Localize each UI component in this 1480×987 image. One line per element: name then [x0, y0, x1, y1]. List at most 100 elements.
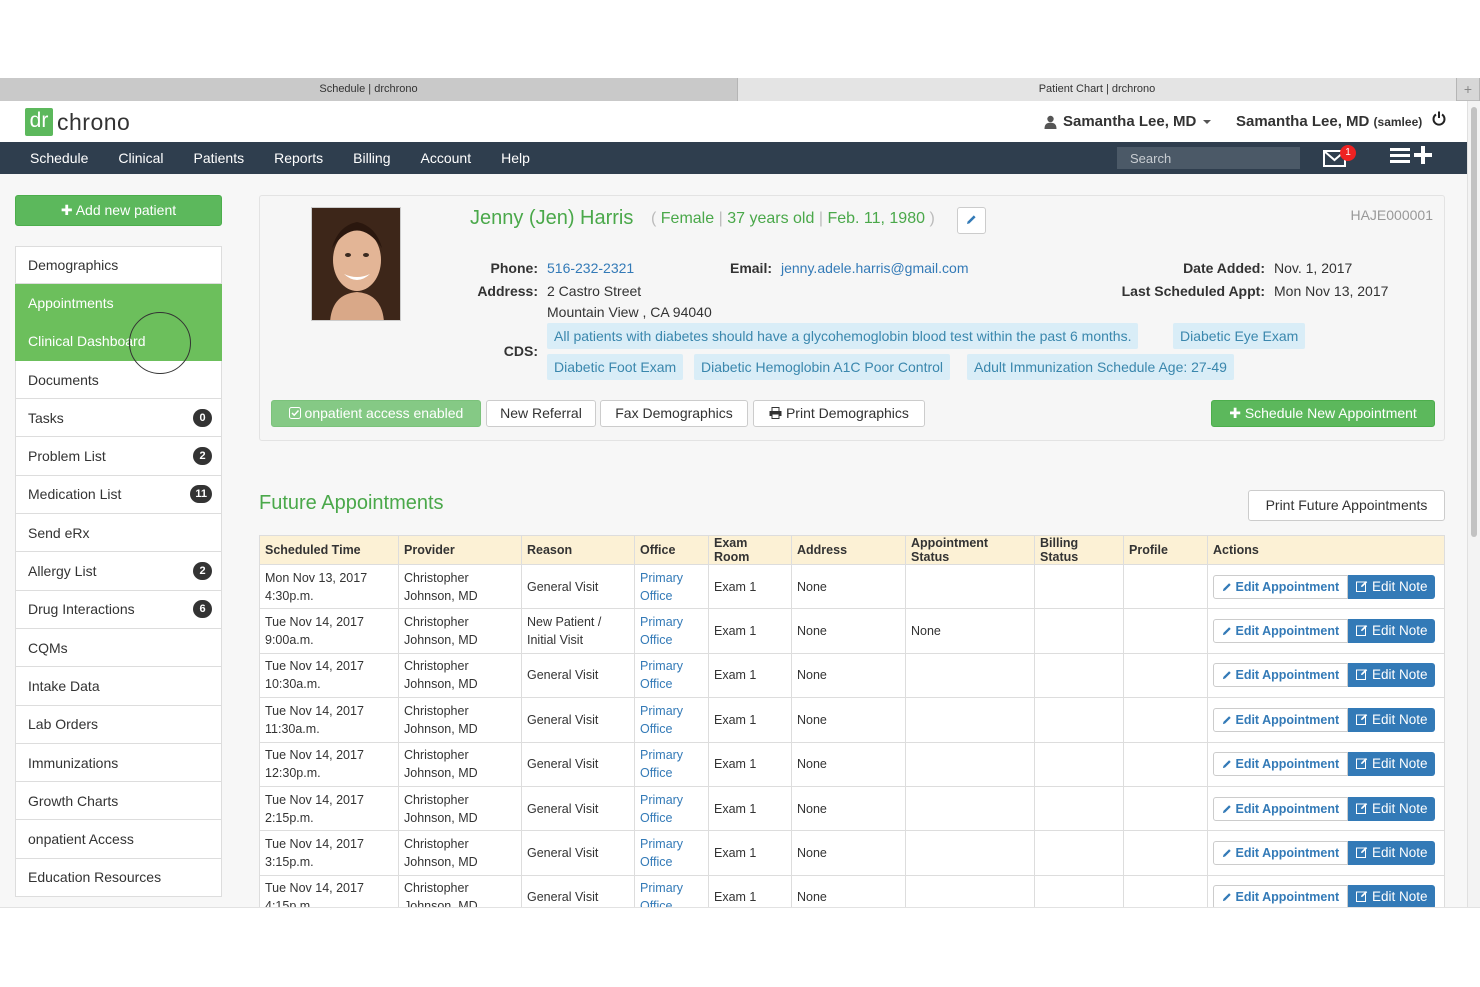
table-cell: [1034, 741, 1124, 787]
cell-text: 10:30a.m.: [265, 677, 321, 692]
sidebar-item-problem-list[interactable]: Problem List 2: [15, 437, 222, 476]
onpatient-access-button[interactable]: onpatient access enabled: [271, 400, 481, 427]
schedule-new-appointment-button[interactable]: ✚ Schedule New Appointment: [1211, 400, 1435, 427]
pencil-icon: [1222, 627, 1231, 636]
cds-alert-foot-exam[interactable]: Diabetic Foot Exam: [547, 354, 684, 380]
edit-appointment-label: Edit Appointment: [1235, 757, 1340, 772]
patient-phone-link[interactable]: 516-232-2321: [547, 260, 634, 276]
column-header[interactable]: Exam Room: [708, 535, 792, 565]
search-input[interactable]: [1117, 147, 1300, 169]
new-referral-button[interactable]: New Referral: [486, 400, 596, 427]
user-menu[interactable]: Samantha Lee, MD: [1044, 113, 1212, 130]
edit-appointment-button[interactable]: Edit Appointment: [1213, 707, 1349, 732]
sidebar-item-allergy-list[interactable]: Allergy List 2: [15, 552, 222, 591]
browser-tab-patient-chart[interactable]: Patient Chart | drchrono: [738, 78, 1457, 101]
sidebar-item-onpatient-access[interactable]: onpatient Access: [15, 820, 222, 859]
edit-patient-button[interactable]: [957, 207, 986, 234]
office-link[interactable]: Office: [640, 811, 672, 825]
edit-note-button[interactable]: Edit Note: [1348, 574, 1436, 599]
cds-alert-a1c[interactable]: Diabetic Hemoglobin A1C Poor Control: [694, 354, 951, 380]
edit-note-button[interactable]: Edit Note: [1348, 841, 1436, 866]
page-scrollbar[interactable]: [1467, 101, 1480, 907]
plus-icon[interactable]: [1414, 146, 1432, 164]
office-link[interactable]: Office: [640, 633, 672, 647]
column-header[interactable]: Billing Status: [1034, 535, 1124, 565]
column-header[interactable]: Scheduled Time: [259, 535, 399, 565]
office-link[interactable]: Primary: [640, 793, 683, 807]
edit-note-button[interactable]: Edit Note: [1348, 885, 1436, 907]
sidebar-item-growth-charts[interactable]: Growth Charts: [15, 782, 222, 821]
sidebar-item-cqms[interactable]: CQMs: [15, 628, 222, 668]
sidebar-item-education-resources[interactable]: Education Resources: [15, 858, 222, 898]
sidebar-item-drug-interactions[interactable]: Drug Interactions 6: [15, 590, 222, 629]
sidebar-item-intake-data[interactable]: Intake Data: [15, 667, 222, 706]
add-new-patient-button[interactable]: ✚ Add new patient: [15, 195, 222, 226]
edit-note-label: Edit Note: [1371, 711, 1428, 727]
cds-alert-glycohemoglobin[interactable]: All patients with diabetes should have a…: [547, 323, 1139, 349]
edit-note-button[interactable]: Edit Note: [1348, 752, 1436, 777]
drchrono-logo[interactable]: dr chrono: [25, 108, 130, 136]
edit-appointment-button[interactable]: Edit Appointment: [1213, 796, 1349, 821]
office-link[interactable]: Primary: [640, 837, 683, 851]
office-link[interactable]: Office: [640, 899, 672, 907]
print-future-appointments-button[interactable]: Print Future Appointments: [1248, 490, 1445, 521]
cds-alert-eye-exam[interactable]: Diabetic Eye Exam: [1173, 323, 1306, 349]
new-tab-button[interactable]: +: [1457, 78, 1480, 101]
cds-alert-immunization[interactable]: Adult Immunization Schedule Age: 27-49: [967, 354, 1234, 380]
nav-account[interactable]: Account: [406, 142, 487, 174]
fax-demographics-button[interactable]: Fax Demographics: [600, 400, 748, 427]
edit-note-button[interactable]: Edit Note: [1348, 619, 1436, 644]
pencil-icon: [1222, 849, 1231, 858]
nav-schedule[interactable]: Schedule: [0, 142, 103, 174]
table-cell: Primary Office: [634, 608, 709, 654]
edit-note-button[interactable]: Edit Note: [1348, 707, 1436, 732]
edit-appointment-button[interactable]: Edit Appointment: [1213, 885, 1349, 907]
edit-note-button[interactable]: Edit Note: [1348, 796, 1436, 821]
nav-reports[interactable]: Reports: [259, 142, 338, 174]
nav-help[interactable]: Help: [486, 142, 545, 174]
sidebar-item-lab-orders[interactable]: Lab Orders: [15, 705, 222, 744]
edit-appointment-button[interactable]: Edit Appointment: [1213, 841, 1349, 866]
office-link[interactable]: Office: [640, 677, 672, 691]
patient-email-link[interactable]: jenny.adele.harris@gmail.com: [781, 260, 968, 276]
office-link[interactable]: Office: [640, 855, 672, 869]
sidebar-item-tasks[interactable]: Tasks 0: [15, 399, 222, 438]
sidebar-item-documents[interactable]: Documents: [15, 360, 222, 400]
office-link[interactable]: Office: [640, 589, 672, 603]
office-link[interactable]: Office: [640, 722, 672, 736]
edit-appointment-button[interactable]: Edit Appointment: [1213, 619, 1349, 644]
column-header[interactable]: Reason: [521, 535, 635, 565]
column-header[interactable]: Address: [791, 535, 906, 565]
office-link[interactable]: Primary: [640, 704, 683, 718]
edit-appointment-button[interactable]: Edit Appointment: [1213, 752, 1349, 777]
count-badge: 2: [193, 562, 212, 581]
office-link[interactable]: Primary: [640, 748, 683, 762]
scrollbar-thumb[interactable]: [1471, 107, 1477, 537]
column-header[interactable]: Provider: [398, 535, 522, 565]
cell-text: None: [797, 624, 827, 639]
office-link[interactable]: Primary: [640, 881, 683, 895]
sidebar-item-demographics[interactable]: Demographics: [15, 246, 222, 285]
menu-icon[interactable]: [1390, 146, 1410, 164]
column-header[interactable]: Profile: [1123, 535, 1208, 565]
column-header[interactable]: Office: [634, 535, 709, 565]
office-link[interactable]: Primary: [640, 571, 683, 585]
column-header[interactable]: Appointment Status: [905, 535, 1035, 565]
nav-clinical[interactable]: Clinical: [103, 142, 178, 174]
sidebar-item-appointments[interactable]: Appointments: [15, 284, 222, 323]
office-link[interactable]: Primary: [640, 615, 683, 629]
sidebar-item-immunizations[interactable]: Immunizations: [15, 743, 222, 783]
edit-note-button[interactable]: Edit Note: [1348, 663, 1436, 688]
sidebar-item-medication-list[interactable]: Medication List 11: [15, 475, 222, 515]
sidebar-item-send-erx[interactable]: Send eRx: [15, 514, 222, 553]
print-demographics-button[interactable]: Print Demographics: [753, 400, 925, 427]
edit-appointment-button[interactable]: Edit Appointment: [1213, 574, 1349, 599]
nav-patients[interactable]: Patients: [179, 142, 260, 174]
cell-text: Exam 1: [714, 668, 757, 683]
office-link[interactable]: Office: [640, 766, 672, 780]
edit-appointment-button[interactable]: Edit Appointment: [1213, 663, 1349, 688]
browser-tab-schedule[interactable]: Schedule | drchrono: [0, 78, 738, 101]
power-icon[interactable]: [1432, 111, 1446, 131]
nav-billing[interactable]: Billing: [338, 142, 405, 174]
office-link[interactable]: Primary: [640, 659, 683, 673]
